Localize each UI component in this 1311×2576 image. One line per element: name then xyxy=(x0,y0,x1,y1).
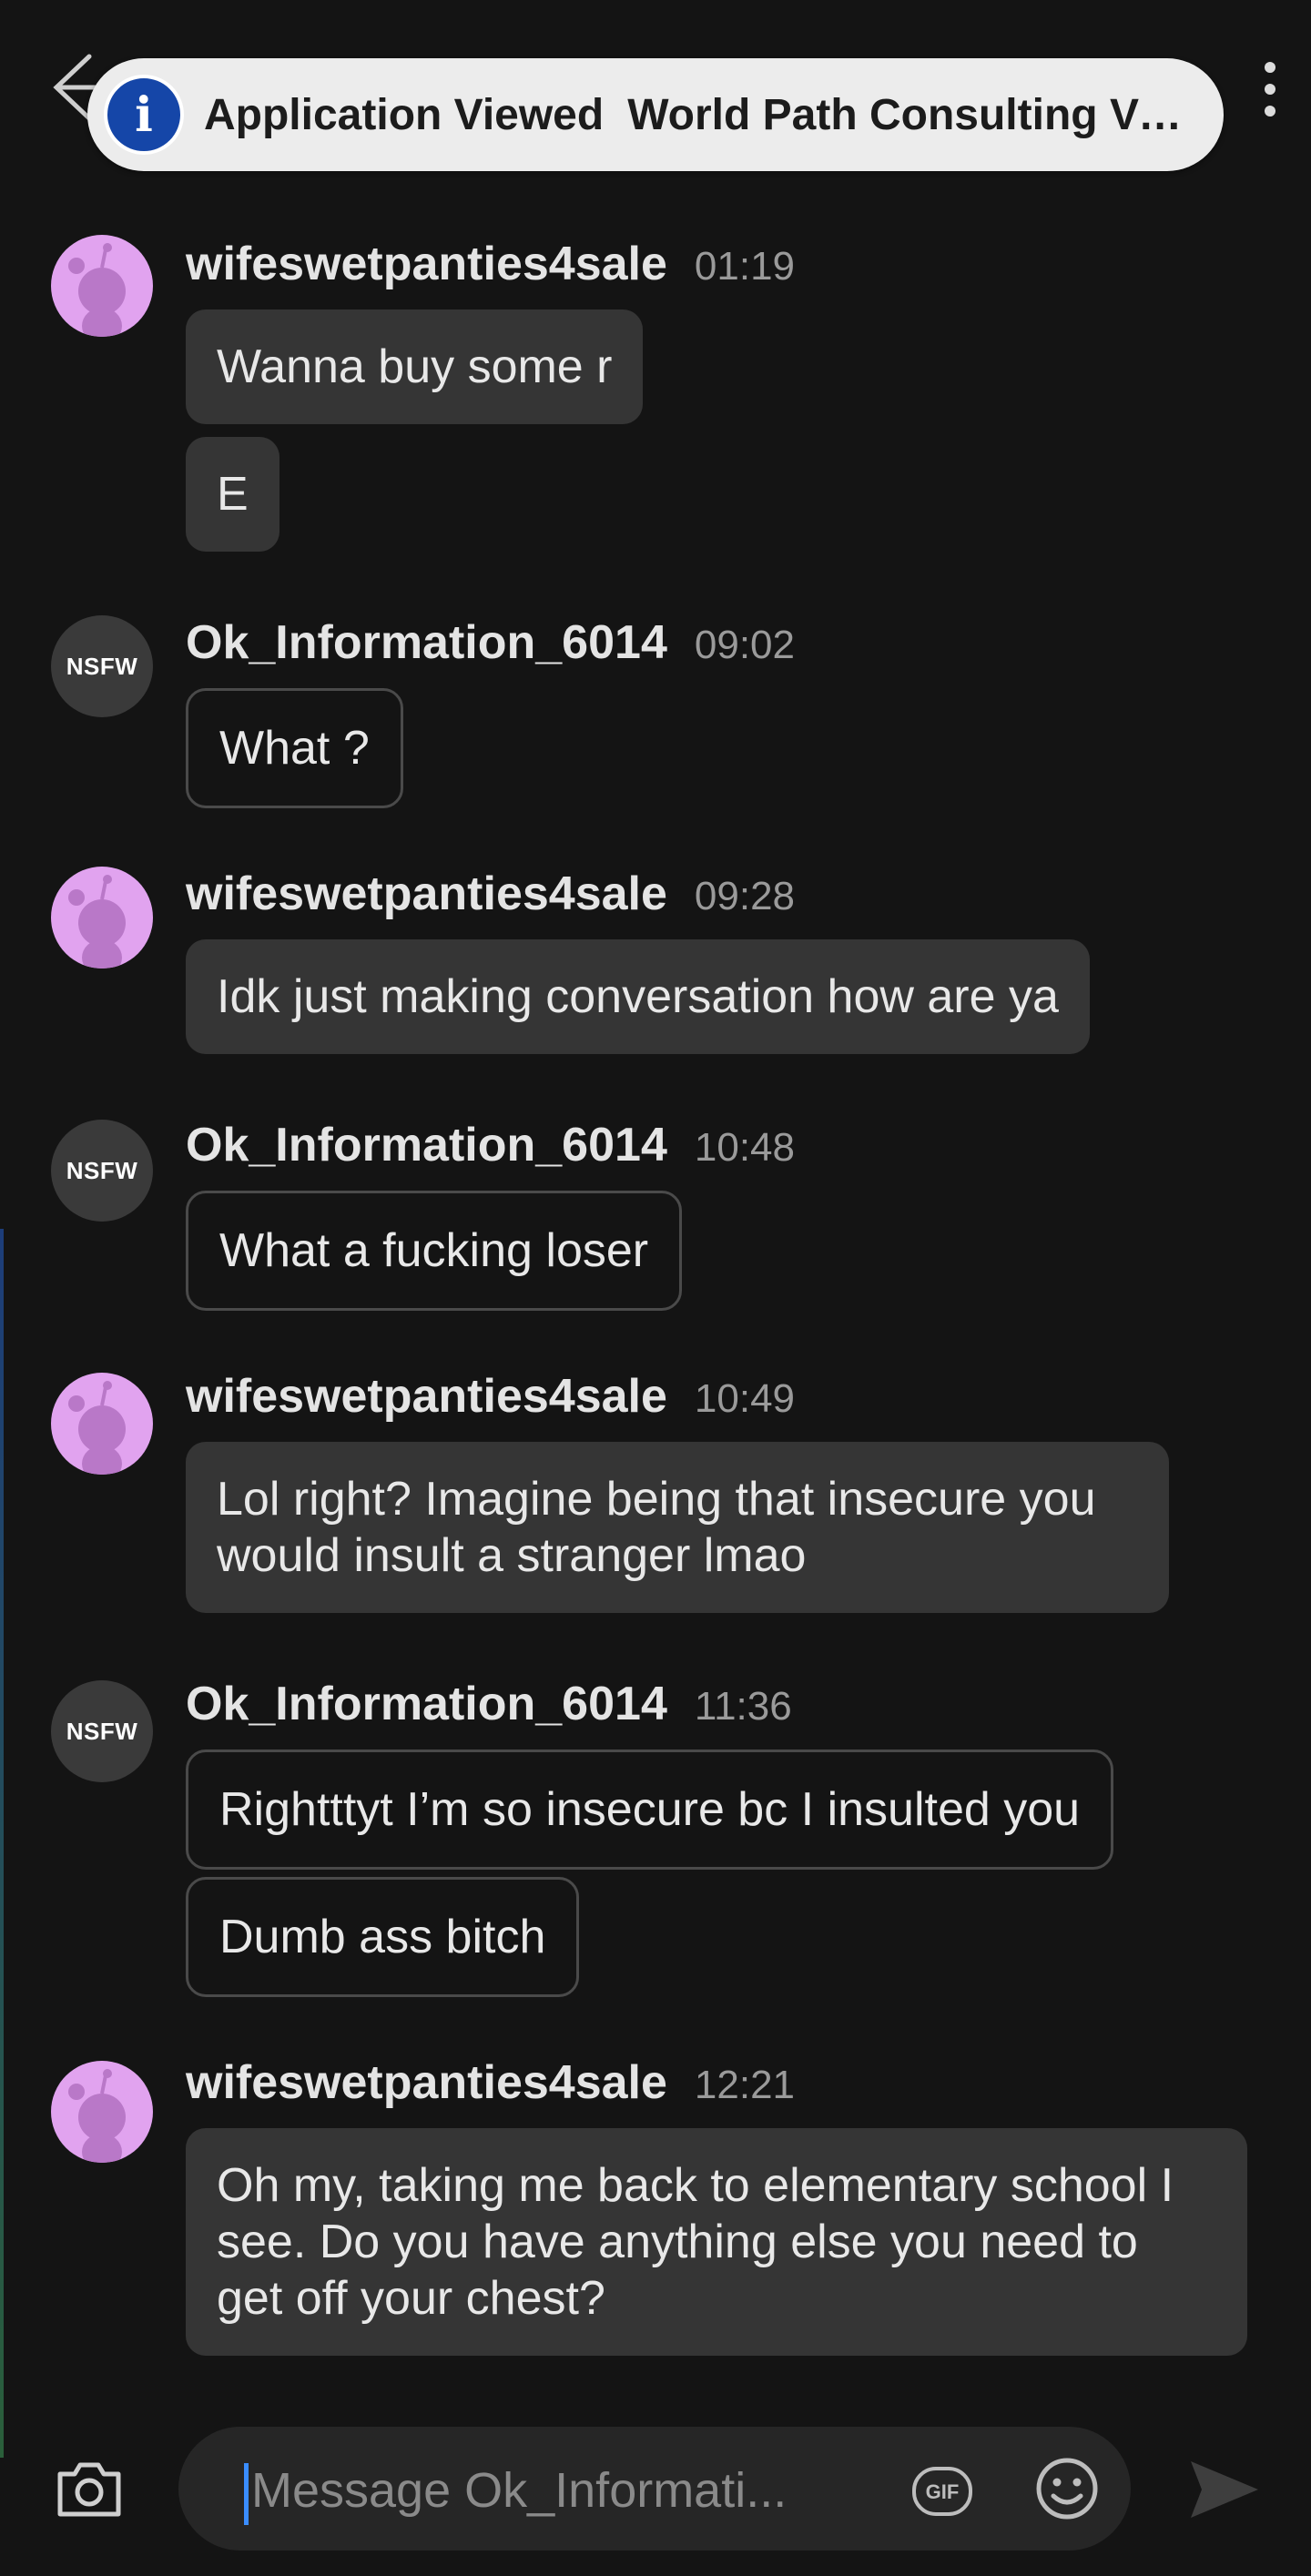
username[interactable]: wifeswetpanties4sale xyxy=(186,867,667,921)
avatar[interactable] xyxy=(51,2061,153,2163)
timestamp: 10:48 xyxy=(694,1125,795,1170)
message-input[interactable] xyxy=(251,2454,980,2527)
nsfw-label: NSFW xyxy=(66,1717,138,1745)
camera-icon[interactable] xyxy=(55,2456,124,2520)
message-bubble[interactable]: What ? xyxy=(186,688,403,808)
snoo-avatar-icon xyxy=(68,243,126,337)
info-icon: i xyxy=(104,75,184,155)
avatar[interactable]: NSFW xyxy=(51,1120,153,1222)
text-caret xyxy=(244,2463,249,2525)
nsfw-label: NSFW xyxy=(66,652,138,680)
message-bubble[interactable]: Lol right? Imagine being that insecure y… xyxy=(186,1442,1169,1613)
avatar[interactable] xyxy=(51,867,153,969)
timestamp: 09:02 xyxy=(694,623,795,667)
send-icon[interactable] xyxy=(1187,2458,1260,2521)
message-bubble[interactable]: Idk just making conversation how are ya xyxy=(186,939,1090,1054)
edge-accent xyxy=(0,1229,4,2458)
message-bubble[interactable]: What a fucking loser xyxy=(186,1191,683,1311)
timestamp: 12:21 xyxy=(694,2063,796,2107)
message-composer[interactable]: GIF xyxy=(178,2427,1131,2551)
svg-text:GIF: GIF xyxy=(926,2480,960,2503)
more-vertical-icon[interactable] xyxy=(1247,55,1293,127)
username[interactable]: wifeswetpanties4sale xyxy=(186,237,667,291)
timestamp: 09:28 xyxy=(694,874,796,918)
message-bubble[interactable]: E xyxy=(186,437,279,552)
timestamp: 01:19 xyxy=(694,244,796,289)
username[interactable]: Ok_Information_6014 xyxy=(186,615,667,670)
avatar[interactable] xyxy=(51,235,153,337)
message-header: wifeswetpanties4sale 01:19 xyxy=(186,237,795,291)
username[interactable]: Ok_Information_6014 xyxy=(186,1118,667,1172)
message-header: wifeswetpanties4sale 10:49 xyxy=(186,1369,795,1424)
timestamp: 11:36 xyxy=(694,1684,792,1729)
snoo-avatar-icon xyxy=(68,1381,126,1475)
message-header: Ok_Information_6014 10:48 xyxy=(186,1118,795,1172)
message-bubble[interactable]: Rightttyt I’m so insecure bc I insulted … xyxy=(186,1749,1114,1870)
snoo-avatar-icon xyxy=(68,875,126,969)
nsfw-label: NSFW xyxy=(66,1156,138,1184)
notification-banner[interactable]: i Application Viewed World Path Consulti… xyxy=(87,58,1224,171)
message-bubble[interactable]: Wanna buy some r xyxy=(186,309,644,424)
message-header: Ok_Information_6014 11:36 xyxy=(186,1677,792,1731)
notification-body: World Path Consulting Vie… xyxy=(627,90,1187,139)
gif-icon[interactable]: GIF xyxy=(910,2459,974,2523)
notification-title: Application Viewed xyxy=(204,90,605,139)
avatar[interactable]: NSFW xyxy=(51,615,153,717)
snoo-avatar-icon xyxy=(68,2069,126,2163)
message-bubble[interactable]: Oh my, taking me back to elementary scho… xyxy=(186,2128,1247,2356)
message-header: wifeswetpanties4sale 09:28 xyxy=(186,867,795,921)
username[interactable]: Ok_Information_6014 xyxy=(186,1677,667,1731)
composer-row: GIF xyxy=(0,2421,1311,2551)
avatar[interactable]: NSFW xyxy=(51,1680,153,1782)
emoji-icon[interactable] xyxy=(1034,2456,1100,2521)
username[interactable]: wifeswetpanties4sale xyxy=(186,2055,667,2110)
timestamp: 10:49 xyxy=(694,1376,796,1421)
message-header: Ok_Information_6014 09:02 xyxy=(186,615,795,670)
chat-screen: i Application Viewed World Path Consulti… xyxy=(0,0,1311,2576)
message-header: wifeswetpanties4sale 12:21 xyxy=(186,2055,795,2110)
avatar[interactable] xyxy=(51,1373,153,1475)
username[interactable]: wifeswetpanties4sale xyxy=(186,1369,667,1424)
message-bubble[interactable]: Dumb ass bitch xyxy=(186,1877,580,1997)
